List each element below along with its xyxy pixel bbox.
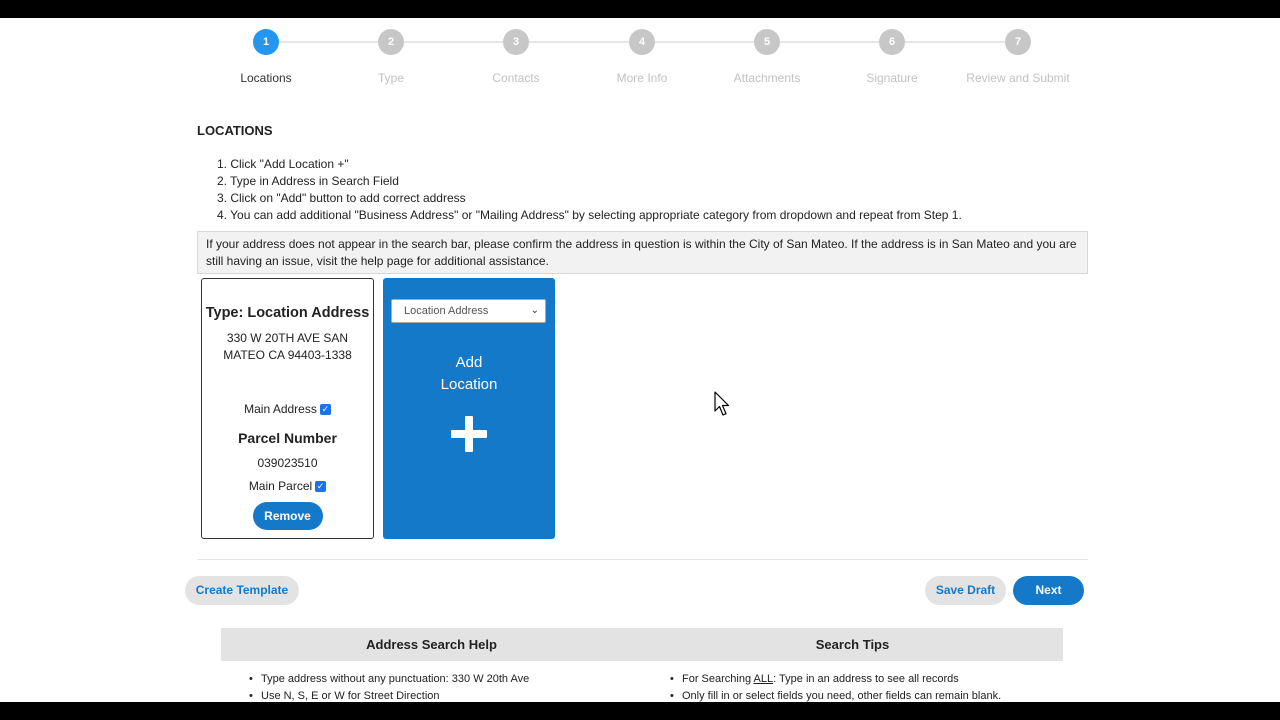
address-search-help-title: Address Search Help (366, 637, 497, 652)
step-number: 6 (879, 29, 905, 55)
step-signature[interactable]: 6 Signature (832, 29, 952, 85)
mouse-pointer-icon (714, 391, 730, 416)
step-review-and-submit[interactable]: 7 Review and Submit (958, 29, 1078, 85)
instruction-item: 3. Click on "Add" button to add correct … (217, 191, 466, 205)
main-address-checkbox[interactable]: ✓ (319, 403, 331, 415)
main-address-row: Main Address ✓ (202, 402, 373, 416)
step-contacts[interactable]: 3 Contacts (456, 29, 576, 85)
step-number: 2 (378, 29, 404, 55)
chevron-down-icon: ⌄ (530, 305, 539, 316)
add-location-label-line2: Location (440, 376, 498, 393)
plus-icon[interactable] (451, 416, 487, 452)
help-section: Address Search Help Search Tips Type add… (221, 628, 1063, 702)
instructions-list: 1. Click "Add Location +" 2. Type in Add… (217, 156, 962, 224)
help-body: Type address without any punctuation: 33… (221, 671, 1063, 702)
step-number: 7 (1005, 29, 1031, 55)
main-parcel-label: Main Parcel (248, 479, 313, 493)
instruction-item: 1. Click "Add Location +" (217, 157, 349, 171)
application-page: 1 Locations 2 Type 3 Contacts 4 More Inf… (0, 18, 1280, 702)
section-title: LOCATIONS (197, 123, 273, 138)
main-parcel-row: Main Parcel ✓ (202, 479, 373, 493)
address-tip: Use N, S, E or W for Street Direction (249, 688, 642, 702)
location-card: Type: Location Address 330 W 20TH AVE SA… (201, 278, 374, 539)
search-tips-list: For Searching ALL: Type in an address to… (670, 671, 1063, 702)
add-location-card[interactable]: Location Address ⌄ Add Location (383, 278, 555, 539)
step-label: More Info (616, 71, 668, 85)
instruction-item: 4. You can add additional "Business Addr… (217, 208, 962, 222)
step-label: Locations (240, 71, 292, 85)
step-attachments[interactable]: 5 Attachments (707, 29, 827, 85)
save-draft-button[interactable]: Save Draft (925, 576, 1006, 605)
address-notice: If your address does not appear in the s… (197, 231, 1088, 274)
add-location-label-line1: Add (455, 354, 483, 371)
step-type[interactable]: 2 Type (331, 29, 451, 85)
search-tip-text: For Searching (682, 673, 754, 685)
step-number: 3 (503, 29, 529, 55)
main-address-label: Main Address (244, 402, 317, 416)
progress-stepper: 1 Locations 2 Type 3 Contacts 4 More Inf… (0, 18, 1280, 108)
search-tip-emphasis: ALL (753, 673, 774, 685)
create-template-button[interactable]: Create Template (185, 576, 299, 605)
step-more-info[interactable]: 4 More Info (582, 29, 702, 85)
step-label: Review and Submit (966, 71, 1070, 85)
help-header: Address Search Help Search Tips (221, 628, 1063, 661)
step-number: 1 (253, 29, 279, 55)
search-tips-column: For Searching ALL: Type in an address to… (642, 671, 1063, 702)
address-tips-list: Type address without any punctuation: 33… (249, 671, 642, 702)
remove-button[interactable]: Remove (252, 502, 323, 530)
location-type-select-value: Location Address (404, 305, 489, 317)
location-type-label: Type: Location Address (205, 305, 370, 321)
location-type-select[interactable]: Location Address ⌄ (391, 299, 546, 323)
step-locations[interactable]: 1 Locations (206, 29, 326, 85)
location-address: 330 W 20TH AVE SAN MATEO CA 94403-1338 (223, 331, 352, 362)
step-number: 5 (754, 29, 780, 55)
parcel-number-value: 039023510 (257, 456, 318, 470)
next-button[interactable]: Next (1013, 576, 1084, 605)
parcel-number-title: Parcel Number (238, 430, 337, 446)
address-tip: Type address without any punctuation: 33… (249, 671, 642, 688)
instruction-item: 2. Type in Address in Search Field (217, 174, 399, 188)
address-help-column: Type address without any punctuation: 33… (221, 671, 642, 702)
step-number: 4 (629, 29, 655, 55)
search-tip: Only fill in or select fields you need, … (670, 688, 1063, 702)
search-tip: For Searching ALL: Type in an address to… (670, 671, 1063, 688)
divider (197, 559, 1088, 560)
step-label: Signature (866, 71, 918, 85)
search-tip-text: : Type in an address to see all records (773, 673, 959, 685)
step-label: Attachments (733, 71, 801, 85)
main-parcel-checkbox[interactable]: ✓ (315, 480, 327, 492)
step-label: Contacts (492, 71, 540, 85)
add-location-label: Add Location (383, 352, 555, 396)
search-tips-title: Search Tips (815, 637, 890, 652)
step-label: Type (377, 71, 404, 85)
